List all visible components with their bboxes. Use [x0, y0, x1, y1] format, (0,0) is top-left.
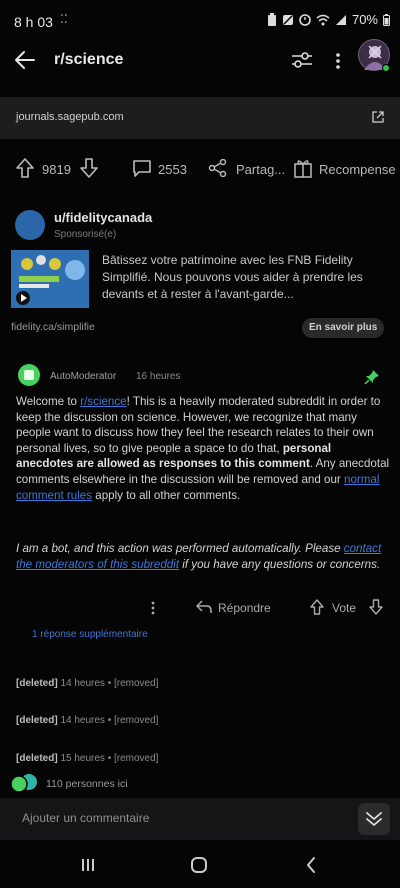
back-nav-icon[interactable]	[305, 856, 317, 874]
share-button[interactable]	[208, 159, 228, 177]
share-icon	[208, 159, 227, 177]
double-chevron-down-icon	[366, 812, 382, 826]
award-gift-icon	[294, 160, 312, 178]
comment-text: Welcome to	[16, 395, 81, 408]
deleted-meta: 14 heures • [removed]	[60, 715, 159, 726]
comments-button[interactable]	[132, 159, 152, 177]
online-users-indicator	[8, 772, 42, 794]
online-users-icon	[10, 774, 37, 793]
deleted-comment[interactable]: [deleted] 14 heures • [removed]	[16, 678, 158, 689]
signal-icon	[335, 14, 346, 25]
deleted-meta: 14 heures • [removed]	[60, 678, 159, 689]
award-button[interactable]	[294, 158, 312, 178]
link-domain[interactable]: journals.sagepub.com	[16, 111, 124, 123]
top-app-bar: r/science	[0, 39, 400, 78]
post-action-row: 9819 2553 Partag... Recompense	[0, 154, 400, 184]
sort-options-button[interactable]	[290, 50, 314, 70]
comment-bubble-icon	[133, 160, 151, 177]
mute-icon	[282, 14, 293, 25]
comment-time: 16 heures	[136, 371, 181, 382]
kebab-menu-icon	[336, 53, 340, 69]
advertiser-username[interactable]: u/fidelitycanada	[54, 210, 152, 225]
reply-arrow-icon[interactable]	[196, 600, 212, 614]
system-nav-bar	[0, 844, 400, 888]
deleted-comment[interactable]: [deleted] 14 heures • [removed]	[16, 715, 158, 726]
comment-more-icon[interactable]	[150, 601, 156, 615]
notification-dots-icon: ⁚⁚	[60, 12, 68, 26]
battery-saver-icon	[267, 12, 276, 26]
sponsored-label: Sponsorisé(e)	[54, 229, 117, 240]
subreddit-title[interactable]: r/science	[54, 51, 123, 69]
reply-button[interactable]: Répondre	[218, 601, 271, 615]
deleted-author: [deleted]	[16, 715, 58, 726]
sliders-icon	[292, 52, 312, 68]
upvote-arrow-icon	[16, 158, 34, 178]
comment-action-row: Répondre Vote	[0, 598, 400, 620]
external-link-icon	[372, 111, 384, 123]
downvote-arrow-icon	[80, 158, 98, 178]
post-link-bar[interactable]: journals.sagepub.com	[0, 97, 400, 139]
battery-icon	[383, 13, 390, 26]
deleted-meta: 15 heures • [removed]	[60, 753, 159, 764]
bot-notice-text: I am a bot, and this action was performe…	[16, 542, 344, 555]
vote-label: Vote	[332, 601, 357, 615]
comment-input[interactable]: Ajouter un commentaire	[22, 811, 149, 825]
battery-percent: 70%	[351, 12, 378, 27]
comment-body: Welcome to r/science! This is a heavily …	[16, 394, 390, 503]
ad-thumbnail-graphic	[11, 250, 89, 308]
comment-text: apply to all other comments.	[92, 488, 241, 502]
subreddit-link[interactable]: r/science	[80, 395, 126, 408]
ad-link-url[interactable]: fidelity.ca/simplifie	[11, 321, 95, 333]
home-icon[interactable]	[190, 856, 208, 874]
deleted-author: [deleted]	[16, 753, 58, 764]
alarm-icon	[299, 13, 311, 26]
status-time: 8 h 03	[14, 14, 53, 30]
ad-thumbnail[interactable]	[11, 250, 89, 308]
more-replies-link[interactable]: 1 réponse supplémentaire	[32, 629, 148, 640]
comment-upvote-icon[interactable]	[310, 599, 324, 615]
comment-input-bar: Ajouter un commentaire	[0, 798, 400, 840]
comment-downvote-icon[interactable]	[369, 599, 383, 615]
status-bar: 8 h 03 ⁚⁚ 70%	[0, 0, 400, 44]
collapse-threads-button[interactable]	[358, 803, 390, 835]
comment-author[interactable]: AutoModerator	[50, 371, 116, 382]
pin-icon	[364, 370, 379, 385]
share-label[interactable]: Partag...	[236, 162, 285, 177]
back-button[interactable]	[14, 50, 36, 70]
deleted-comment[interactable]: [deleted] 15 heures • [removed]	[16, 753, 158, 764]
status-icons: 70%	[267, 12, 390, 27]
bot-notice-text: if you have any questions or concerns.	[179, 557, 381, 571]
comment-count: 2553	[158, 162, 187, 177]
upvote-button[interactable]	[16, 158, 34, 178]
back-arrow-icon	[15, 51, 35, 69]
upvote-count: 9819	[42, 162, 71, 177]
advertiser-avatar[interactable]	[15, 210, 45, 240]
downvote-button[interactable]	[80, 158, 98, 178]
online-count: 110 personnes ici	[46, 778, 128, 790]
online-status-dot	[382, 64, 390, 72]
deleted-author: [deleted]	[16, 678, 58, 689]
automoderator-avatar[interactable]	[18, 364, 40, 386]
more-options-button[interactable]	[334, 52, 342, 70]
ad-description[interactable]: Bâtissez votre patrimoine avec les FNB F…	[102, 252, 392, 303]
learn-more-button[interactable]: En savoir plus	[302, 318, 385, 338]
award-label[interactable]: Recompense	[319, 162, 396, 177]
bot-notice: I am a bot, and this action was performe…	[16, 541, 390, 572]
wifi-icon	[316, 14, 330, 25]
recent-apps-icon[interactable]	[80, 857, 96, 873]
